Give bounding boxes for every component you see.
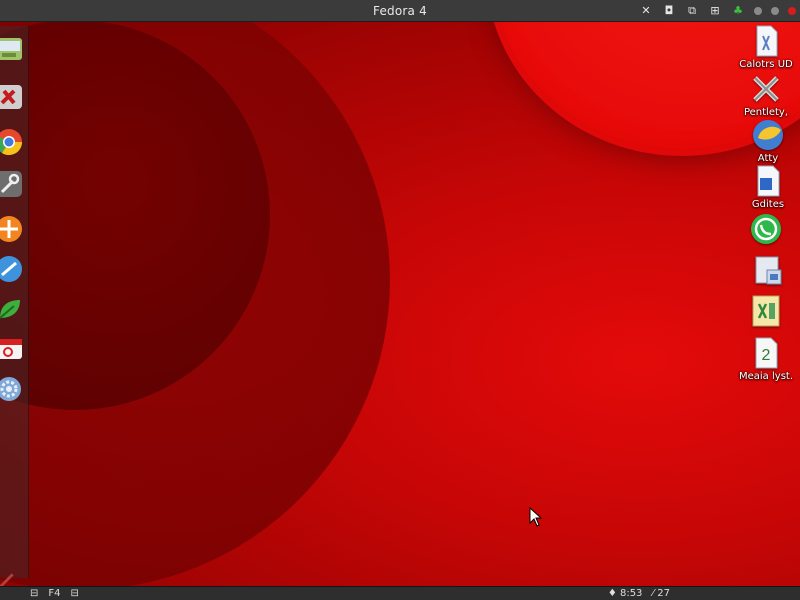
grid-icon[interactable]: ⊞ — [708, 0, 722, 22]
dock-item-leaf[interactable] — [0, 294, 24, 324]
screen-icon[interactable]: ⧉ — [685, 0, 699, 22]
chrome-icon — [0, 129, 23, 156]
camera-icon[interactable]: ◘ — [662, 0, 676, 22]
left-dock — [0, 26, 29, 589]
desktop-icon-label: Gdites — [751, 199, 785, 210]
wrench-icon — [0, 171, 22, 197]
bottom-panel: ⊟ F4 ⊟ ♦ 8:53 ⁄ 27 — [0, 586, 800, 600]
wallpaper — [0, 0, 800, 600]
dock-item-office[interactable] — [0, 334, 24, 364]
system-tray: ✕ ◘ ⧉ ⊞ ♣ — [639, 0, 796, 22]
leaf-app-icon — [0, 300, 20, 319]
workspace-label[interactable]: F4 — [48, 587, 60, 600]
desktop-icon-calotrs[interactable]: Calotrs UD — [731, 24, 800, 70]
paint-icon — [753, 120, 783, 150]
clock-indicator[interactable]: ♦ 8:53 — [608, 587, 643, 600]
workspace-icon[interactable]: ⊟ — [30, 587, 38, 600]
window-title: Fedora 4 — [373, 3, 427, 18]
excel-icon — [752, 295, 780, 327]
dock-item-files[interactable] — [0, 34, 24, 64]
desktop-icon-pentlety[interactable]: Pentlety, — [731, 72, 800, 118]
desktop-icon-excel[interactable] — [731, 294, 800, 329]
desktop-icon-label: Atty — [757, 153, 779, 164]
whatsapp-icon — [751, 214, 781, 244]
dock-item-system-settings[interactable] — [0, 374, 24, 404]
desktop-icon-atty[interactable]: Atty — [733, 118, 800, 164]
bottom-panel-right: ♦ 8:53 ⁄ 27 — [608, 587, 670, 600]
desktop-icon-presentation[interactable] — [733, 254, 800, 289]
desktop-icon-whatsapp[interactable] — [731, 212, 800, 247]
close-dot-icon[interactable] — [788, 7, 796, 15]
desktop-icon-label: Calotrs UD — [739, 59, 793, 70]
close-x-icon[interactable]: ✕ — [639, 0, 653, 22]
file-manager-icon — [0, 38, 22, 60]
desktop-screen: Fedora 4 ✕ ◘ ⧉ ⊞ ♣ Calotrs UD Pentlety, … — [0, 0, 800, 600]
telegram-icon — [0, 256, 22, 282]
dock-item-tools[interactable] — [0, 82, 24, 112]
dock-item-chrome[interactable] — [0, 127, 24, 157]
leaf-icon[interactable]: ♣ — [731, 0, 745, 22]
document-icon — [756, 25, 778, 57]
word-doc-icon — [757, 165, 780, 197]
workspace-icon-2[interactable]: ⊟ — [71, 587, 79, 600]
presentation-icon — [755, 256, 782, 285]
desktop-icon-label: Pentlety, — [743, 107, 789, 118]
top-panel: Fedora 4 ✕ ◘ ⧉ ⊞ ♣ — [0, 0, 800, 22]
bottom-panel-left: ⊟ F4 ⊟ — [30, 587, 79, 600]
maximize-dot-icon[interactable] — [771, 7, 779, 15]
dock-item-telegram[interactable] — [0, 254, 24, 284]
desktop-icon-meaia-lyst[interactable]: 2 Meaia lyst. — [731, 336, 800, 382]
minimize-dot-icon[interactable] — [754, 7, 762, 15]
gear-icon — [0, 377, 21, 401]
dock-item-settings-tool[interactable] — [0, 169, 24, 199]
move-arrows-icon — [0, 216, 22, 242]
office-icon — [0, 339, 22, 359]
date-indicator[interactable]: ⁄ 27 — [652, 587, 670, 600]
number-doc-digit: 2 — [762, 347, 771, 364]
toolbox-icon — [0, 85, 22, 109]
tools-icon — [753, 76, 779, 102]
dock-item-move[interactable] — [0, 214, 24, 244]
desktop-icon-label: Meaia lyst. — [739, 371, 793, 382]
number-doc-icon: 2 — [755, 337, 778, 369]
mouse-cursor-icon — [529, 507, 543, 527]
desktop-icon-gdites[interactable]: Gdites — [733, 164, 800, 210]
